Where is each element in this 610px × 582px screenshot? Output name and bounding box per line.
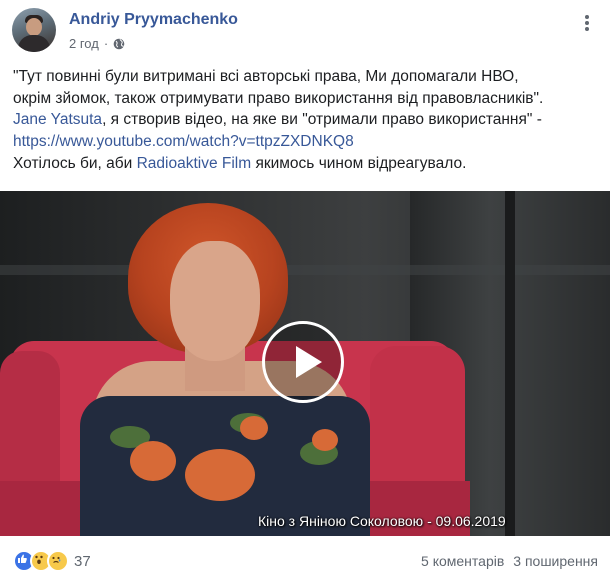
play-triangle — [296, 346, 322, 378]
video-caption: Кіно з Яніною Соколовою - 09.06.2019 — [258, 513, 506, 529]
post-header: Andriy Pryymachenko 2 год · — [0, 0, 610, 60]
video-beam — [505, 191, 515, 536]
post-text-line: Jane Yatsuta, я створив відео, на яке ви… — [13, 109, 603, 131]
comments-count[interactable]: 5 коментарів — [421, 553, 504, 569]
dress-flower — [130, 441, 176, 481]
author-avatar[interactable] — [12, 8, 56, 52]
post-text-line: окрім зйомок, також отримувати право вик… — [13, 89, 544, 107]
post-time[interactable]: 2 год — [69, 36, 99, 51]
post-text: "Тут повинні були витримані всі авторськ… — [13, 66, 603, 175]
dress-flower — [312, 429, 338, 451]
avatar-face — [26, 18, 42, 36]
post-text-fragment: , я створив відео, на яке ви "отримали п… — [102, 111, 542, 129]
sad-icon — [47, 550, 69, 572]
post-meta: 2 год · — [69, 36, 125, 51]
author-name[interactable]: Andriy Pryymachenko — [69, 11, 238, 29]
post-text-fragment: Хотілось би, аби — [13, 154, 137, 172]
post-footer: 37 5 коментарів 3 поширення — [0, 542, 610, 582]
avatar-body — [18, 35, 50, 52]
mention-jane-yatsuta[interactable]: Jane Yatsuta — [13, 111, 102, 128]
dress-flower — [185, 449, 255, 501]
mention-radioaktive-film[interactable]: Radioaktive Film — [137, 155, 252, 172]
reaction-count: 37 — [74, 552, 91, 570]
dress-flower — [240, 416, 268, 440]
play-icon[interactable] — [262, 321, 344, 403]
person-face — [170, 241, 260, 361]
post-text-fragment: якимось чином відреагувало. — [251, 154, 467, 172]
more-options-icon[interactable] — [576, 12, 598, 34]
reactions-summary[interactable]: 37 — [13, 550, 91, 572]
meta-separator: · — [103, 36, 109, 51]
post-text-line: "Тут повинні були витримані всі авторськ… — [13, 68, 519, 85]
video-player[interactable]: Кіно з Яніною Соколовою - 09.06.2019 — [0, 191, 610, 536]
engagement-counts: 5 коментарів 3 поширення — [421, 553, 598, 569]
youtube-link[interactable]: https://www.youtube.com/watch?v=ttpzZXDN… — [13, 133, 354, 150]
globe-icon[interactable] — [113, 38, 125, 50]
facebook-post: Andriy Pryymachenko 2 год · "Тут повинні… — [0, 0, 610, 582]
shares-count[interactable]: 3 поширення — [513, 553, 598, 569]
post-text-line: https://www.youtube.com/watch?v=ttpzZXDN… — [13, 131, 603, 153]
video-beam — [0, 265, 610, 275]
post-text-line: Хотілось би, аби Radioaktive Film якимос… — [13, 153, 603, 175]
